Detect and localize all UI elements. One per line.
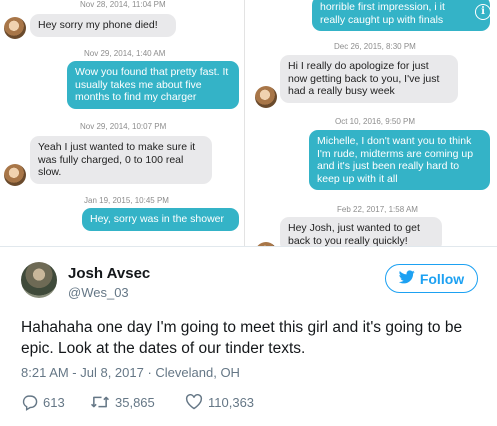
follow-button[interactable]: Follow	[385, 264, 478, 293]
chat-panel-left: Nov 28, 2014, 11:04 PM Hey sorry my phon…	[0, 0, 244, 246]
message-outgoing: horrible first impression, i it really c…	[312, 0, 490, 31]
reply-icon	[21, 394, 38, 411]
timestamp: Oct 10, 2016, 9:50 PM	[335, 117, 416, 126]
avatar[interactable]	[21, 262, 57, 298]
follow-label: Follow	[419, 270, 465, 287]
message-outgoing: Hey, sorry was in the shower	[82, 208, 239, 231]
avatar	[255, 86, 277, 108]
author-handle[interactable]: @Wes_03	[68, 285, 129, 300]
reply-count: 613	[43, 394, 65, 410]
timestamp: Nov 28, 2014, 11:04 PM	[80, 0, 166, 9]
tweet-card: Josh Avsec @Wes_03 Follow Hahahaha one d…	[0, 247, 497, 426]
chat-panel-right: horrible first impression, i it really c…	[249, 0, 497, 246]
author-name[interactable]: Josh Avsec	[68, 265, 150, 282]
heart-icon	[185, 394, 203, 410]
timestamp: Nov 29, 2014, 1:40 AM	[84, 49, 166, 58]
info-icon[interactable]: i	[475, 4, 491, 20]
timestamp: Dec 26, 2015, 8:30 PM	[334, 42, 416, 51]
retweet-icon	[90, 394, 110, 410]
message-incoming: Hey sorry my phone died!	[30, 14, 176, 37]
panel-divider	[244, 0, 248, 246]
avatar	[4, 164, 26, 186]
tweet-actions: 613 35,865 110,363	[21, 393, 285, 411]
message-outgoing: Michelle, I don't want you to think I'm …	[309, 130, 490, 190]
timestamp: Nov 29, 2014, 10:07 PM	[80, 122, 167, 131]
chat-screenshots: Nov 28, 2014, 11:04 PM Hey sorry my phon…	[0, 0, 497, 246]
message-incoming: Hi I really do apologize for just now ge…	[280, 55, 458, 103]
tweet-text: Hahahaha one day I'm going to meet this …	[21, 319, 463, 357]
avatar	[4, 17, 26, 39]
bird-icon	[398, 270, 415, 287]
like-button[interactable]: 110,363	[185, 394, 285, 410]
timestamp: Jan 19, 2015, 10:45 PM	[84, 196, 169, 205]
like-count: 110,363	[208, 394, 255, 410]
timestamp: Feb 22, 2017, 1:58 AM	[337, 205, 418, 214]
tweet-timestamp[interactable]: 8:21 AM - Jul 8, 2017 · Cleveland, OH	[21, 365, 240, 380]
message-outgoing: Wow you found that pretty fast. It usual…	[67, 61, 239, 109]
retweet-count: 35,865	[115, 394, 155, 410]
message-incoming: Yeah I just wanted to make sure it was f…	[30, 136, 212, 184]
retweet-button[interactable]: 35,865	[90, 394, 185, 410]
reply-button[interactable]: 613	[21, 394, 90, 411]
message-incoming: Hey Josh, just wanted to get back to you…	[280, 217, 442, 246]
